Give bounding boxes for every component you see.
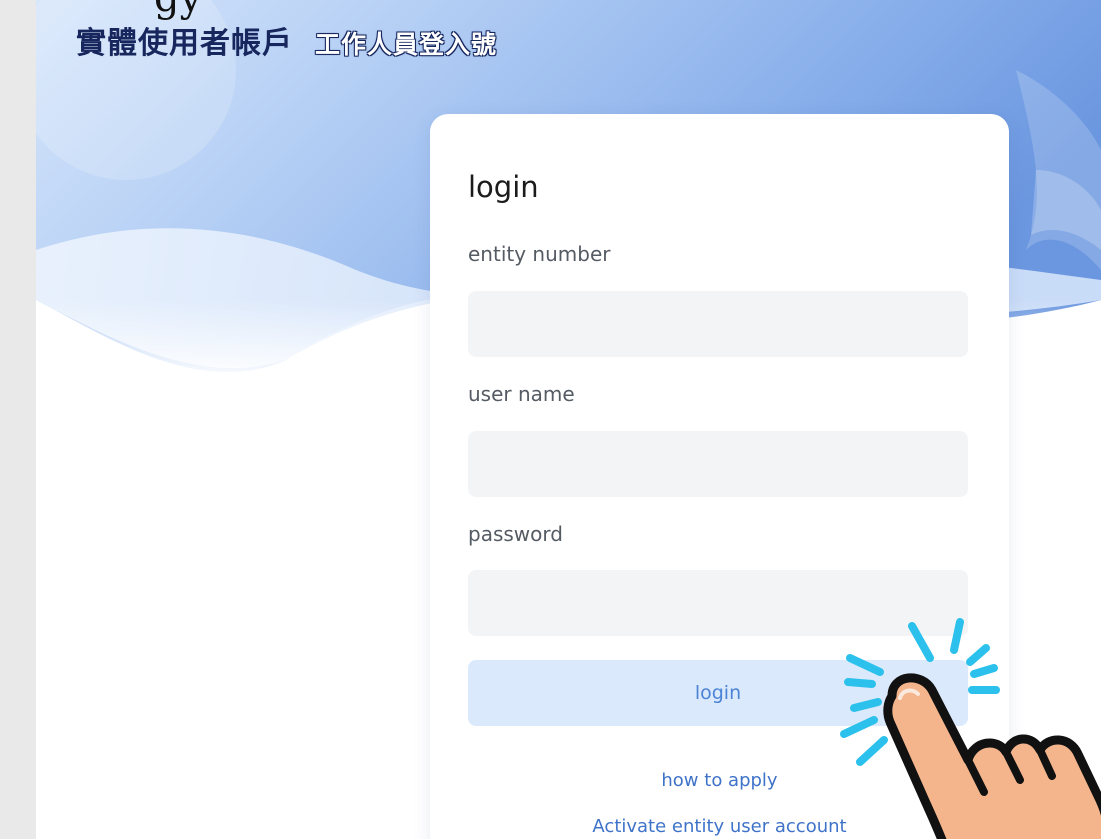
cropped-heading-text: gy	[154, 0, 202, 18]
login-page: gy 實體使用者帳戶 工作人員登入號 login entity number u…	[36, 0, 1101, 839]
page: gy 實體使用者帳戶 工作人員登入號 login entity number u…	[0, 0, 1101, 839]
page-header: 實體使用者帳戶 工作人員登入號	[76, 18, 497, 62]
user-name-input[interactable]	[468, 431, 968, 497]
page-subtitle: 工作人員登入號	[315, 30, 498, 59]
login-heading: login	[468, 170, 539, 204]
entity-number-input[interactable]	[468, 291, 968, 357]
password-label: password	[468, 522, 563, 546]
entity-number-label: entity number	[468, 242, 611, 266]
pointing-hand-click-icon	[840, 618, 1101, 839]
page-title: 實體使用者帳戶	[76, 26, 293, 61]
user-name-label: user name	[468, 382, 575, 406]
